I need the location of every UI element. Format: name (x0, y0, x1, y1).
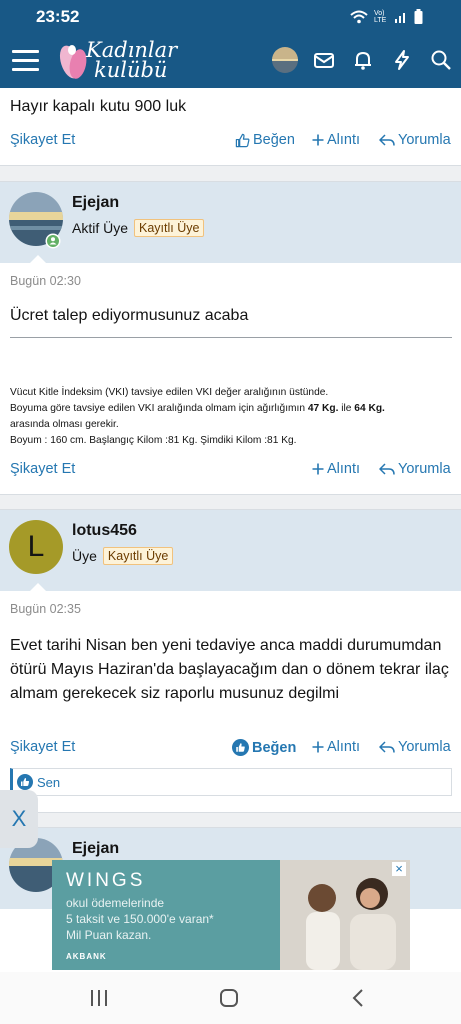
ad-banner[interactable]: WINGS okul ödemelerinde 5 taksit ve 150.… (52, 860, 410, 970)
avatar-letter: L (27, 530, 45, 563)
author-avatar[interactable]: L (9, 520, 63, 574)
like-label: Beğen (253, 132, 295, 148)
post-actions: Şikayet Et Beğen Alıntı Yorumla (10, 739, 452, 759)
ad-text-line: 5 taksit ve 150.000'e varan* (66, 912, 214, 926)
post-message: Ücret talep ediyormusunuz acaba (10, 307, 249, 324)
post-date[interactable]: Bugün 02:35 (10, 602, 81, 616)
quote-label: Alıntı (327, 739, 361, 755)
reply-label: Yorumla (398, 132, 451, 148)
mail-icon[interactable] (312, 48, 336, 72)
back-icon[interactable] (351, 988, 365, 1008)
user-avatar[interactable] (272, 47, 298, 73)
reply-button[interactable]: Yorumla (379, 739, 451, 755)
post-actions: Şikayet Et Beğen Alıntı Yorumla (10, 132, 452, 152)
report-link[interactable]: Şikayet Et (10, 461, 75, 477)
author-role: Aktif Üye Kayıtlı Üye (72, 219, 205, 237)
author-username[interactable]: Ejejan (72, 840, 119, 858)
quote-button[interactable]: Alıntı (312, 739, 360, 755)
logo-line-1: Kadınlar (86, 38, 178, 62)
report-link[interactable]: Şikayet Et (10, 132, 75, 148)
post-message: Evet tarihi Nisan ben yeni tedaviye anca… (10, 637, 449, 702)
report-link[interactable]: Şikayet Et (10, 739, 75, 755)
status-badge: Kayıtlı Üye (134, 219, 205, 237)
ad-text-line: Mil Puan kazan. (66, 928, 152, 942)
like-label: Beğen (252, 739, 297, 756)
signature-line: arasında olması gerekir. (10, 419, 119, 430)
menu-icon[interactable] (12, 48, 40, 72)
plus-icon (312, 463, 324, 475)
close-ad-label: X (11, 806, 27, 831)
wifi-icon (350, 10, 368, 23)
thumbs-up-filled-icon (232, 739, 249, 756)
logo-text: Kadınlar kulübü (86, 38, 178, 82)
app-header: Kadınlar kulübü (0, 34, 461, 88)
thumbs-up-filled-icon (17, 774, 33, 790)
signature-text: Boyuma göre tavsiye edilen VKI aralığınd… (10, 403, 308, 414)
quote-label: Alıntı (327, 132, 361, 148)
post-item: Ejejan Aktif Üye Kayıtlı Üye Bugün 02:30… (0, 181, 461, 495)
search-icon[interactable] (429, 48, 453, 72)
ad-bank-logo: AKBANK (66, 952, 107, 961)
quote-button[interactable]: Alıntı (312, 461, 360, 477)
post-actions: Şikayet Et Alıntı Yorumla (10, 461, 452, 481)
recent-apps-icon[interactable] (89, 989, 109, 1007)
signature-weight-min: 47 Kg. (307, 403, 339, 414)
author-role: Üye Kayıtlı Üye (72, 547, 174, 565)
post-author: Ejejan Aktif Üye Kayıtlı Üye (0, 182, 461, 263)
reply-label: Yorumla (398, 739, 451, 755)
system-nav-bar (0, 972, 461, 1024)
signature-line: Boyuma göre tavsiye edilen VKI aralığınd… (10, 401, 455, 417)
bell-icon[interactable] (351, 48, 375, 72)
reply-button[interactable]: Yorumla (379, 461, 451, 477)
ad-brand: WINGS (66, 870, 146, 891)
reply-icon (379, 741, 395, 753)
plus-icon (312, 134, 324, 146)
like-button[interactable]: Beğen (235, 132, 295, 148)
status-bar: 23:52 Vo) LTE (0, 0, 461, 34)
author-pointer (30, 583, 46, 591)
post-message: Hayır kapalı kutu 900 luk (10, 98, 187, 115)
role-label: Aktif Üye (72, 220, 129, 236)
post-signature: Vücut Kitle İndeksim (VKI) tavsiye edile… (10, 385, 455, 449)
post-item: L lotus456 Üye Kayıtlı Üye Bugün 02:35 E… (0, 509, 461, 813)
post-author: L lotus456 Üye Kayıtlı Üye (0, 510, 461, 591)
author-username[interactable]: Ejejan (72, 194, 119, 212)
battery-icon (414, 9, 423, 24)
ad-photo (280, 860, 410, 970)
plus-icon (312, 741, 324, 753)
author-username[interactable]: lotus456 (72, 522, 137, 540)
reactions-bar[interactable]: Sen (10, 768, 452, 796)
close-ad-button[interactable]: X (0, 790, 38, 848)
post-item: Hayır kapalı kutu 900 luk Şikayet Et Beğ… (0, 88, 461, 166)
status-icons: Vo) LTE (350, 9, 423, 24)
reply-icon (379, 134, 395, 146)
reply-button[interactable]: Yorumla (379, 132, 451, 148)
like-button[interactable]: Beğen (232, 739, 296, 756)
signature-line: Boyum : 160 cm. Başlangıç Kilom :81 Kg. … (10, 435, 297, 446)
thumbs-up-icon (235, 133, 250, 147)
status-badge: Kayıtlı Üye (102, 547, 174, 565)
reaction-user[interactable]: Sen (37, 775, 60, 790)
signature-divider (10, 337, 452, 338)
signal-icon (395, 12, 405, 23)
lightning-icon[interactable] (390, 48, 414, 72)
logo-line-2: kulübü (94, 58, 168, 82)
signature-line: Vücut Kitle İndeksim (VKI) tavsiye edile… (10, 387, 329, 398)
signature-text: ile (338, 403, 355, 414)
status-time: 23:52 (36, 7, 80, 26)
author-pointer (30, 255, 46, 263)
post-date[interactable]: Bugün 02:30 (10, 274, 81, 288)
reply-label: Yorumla (398, 461, 451, 477)
ad-close-icon[interactable]: × (392, 862, 406, 876)
network-label: Vo) LTE (374, 9, 387, 24)
quote-button[interactable]: Alıntı (312, 132, 360, 148)
signature-weight-max: 64 Kg. (354, 403, 385, 414)
online-status-icon (45, 233, 61, 249)
ad-text-line: okul ödemelerinde (66, 896, 165, 910)
home-icon[interactable] (219, 988, 239, 1008)
reply-icon (379, 463, 395, 475)
quote-label: Alıntı (327, 461, 361, 477)
thread-content: Hayır kapalı kutu 900 luk Şikayet Et Beğ… (0, 88, 461, 972)
role-label: Üye (72, 548, 97, 564)
